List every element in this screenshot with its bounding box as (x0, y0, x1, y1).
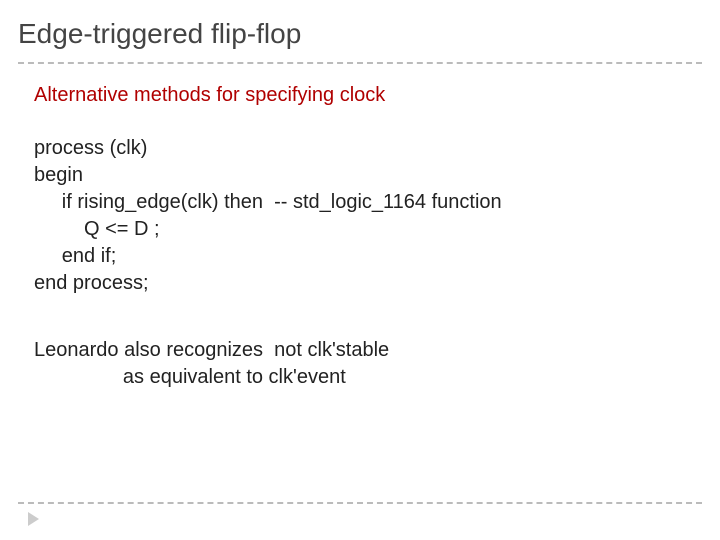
code-line: begin (34, 162, 702, 189)
title-divider (18, 62, 702, 64)
code-line: Q <= D ; (34, 216, 702, 243)
slide: Edge-triggered flip-flop Alternative met… (0, 0, 720, 540)
code-line: process (clk) (34, 135, 702, 162)
note-block: Leonardo also recognizes not clk'stable … (34, 337, 702, 391)
slide-title: Edge-triggered flip-flop (18, 18, 702, 62)
code-line: end if; (34, 243, 702, 270)
slide-subtitle: Alternative methods for specifying clock (34, 84, 702, 107)
code-block: process (clk) begin if rising_edge(clk) … (34, 135, 702, 297)
footer-divider (18, 502, 702, 504)
note-line: Leonardo also recognizes not clk'stable (34, 337, 702, 364)
code-line: end process; (34, 270, 702, 297)
note-line: as equivalent to clk'event (34, 364, 702, 391)
code-line: if rising_edge(clk) then -- std_logic_11… (34, 189, 702, 216)
triangle-bullet-icon (28, 512, 39, 526)
